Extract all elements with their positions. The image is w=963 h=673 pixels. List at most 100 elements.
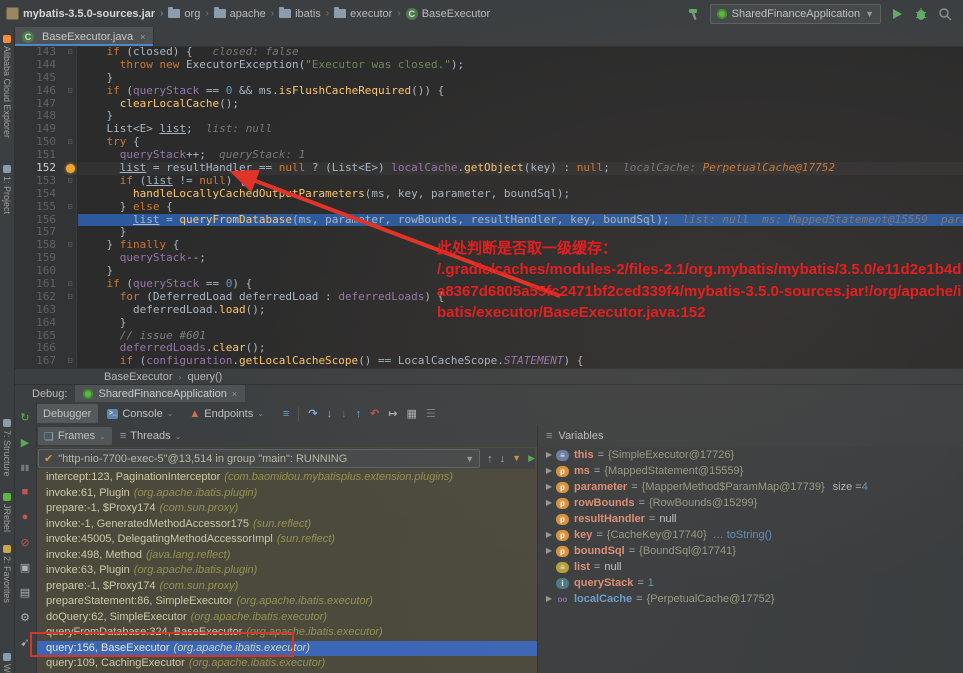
line-number[interactable]: 152 — [14, 162, 62, 175]
expand-arrow-icon[interactable]: ▶ — [542, 495, 556, 511]
fold-marker-icon[interactable]: ⊟ — [62, 278, 78, 291]
breadcrumb-method[interactable]: query() — [187, 371, 222, 383]
line-number[interactable]: 164 — [14, 317, 62, 330]
breadcrumb-item[interactable]: org› — [168, 8, 213, 20]
debug-session-tab[interactable]: SharedFinanceApplication × — [75, 385, 245, 403]
fold-marker-icon[interactable]: ⊟ — [62, 201, 78, 214]
breadcrumb-class[interactable]: BaseExecutor — [104, 371, 172, 383]
up-the-stack-icon[interactable]: ↑ — [487, 453, 493, 465]
expand-arrow-icon[interactable]: ▶ — [542, 591, 556, 607]
variable-row[interactable]: ▶pms={MappedStatement@15559} — [538, 463, 963, 479]
line-number[interactable]: 162 — [14, 291, 62, 304]
tab-console[interactable]: >_Console⌄ — [100, 404, 180, 423]
sidebar-stripe-web[interactable]: Web — [0, 653, 14, 673]
variable-row[interactable]: ▶oolocalCache={PerpetualCache@17752} — [538, 591, 963, 607]
expand-arrow-icon[interactable]: ▶ — [542, 463, 556, 479]
fold-marker-icon[interactable]: ⊟ — [62, 291, 78, 304]
stack-frame-row[interactable]: invoke:-1, GeneratedMethodAccessor175(su… — [36, 517, 537, 533]
fold-marker-icon[interactable]: ⊟ — [62, 175, 78, 188]
panel-expand-icon[interactable]: ▶ — [528, 453, 535, 465]
stack-frame-row[interactable]: doQuery:62, SimpleExecutor(org.apache.ib… — [36, 610, 537, 626]
run-to-cursor-icon[interactable]: ↦ — [388, 407, 397, 420]
down-the-stack-icon[interactable]: ↓ — [500, 453, 506, 465]
fold-marker-icon[interactable]: ⊟ — [62, 239, 78, 252]
stack-frame-row[interactable]: invoke:61, Plugin(org.apache.ibatis.plug… — [36, 486, 537, 502]
breadcrumb-item[interactable]: mybatis-3.5.0-sources.jar› — [6, 7, 168, 20]
expand-arrow-icon[interactable]: ▶ — [542, 543, 556, 559]
step-over-icon[interactable]: ↷ — [308, 407, 317, 420]
code-line[interactable]: 156 list = queryFromDatabase(ms, paramet… — [14, 214, 963, 227]
view-breakpoints-icon[interactable]: ● — [16, 508, 34, 526]
variable-row[interactable]: ≡list=null — [538, 559, 963, 575]
line-number[interactable]: 167 — [14, 355, 62, 368]
sidebar-stripe-2-favorites[interactable]: 2: Favorites — [0, 545, 14, 603]
line-number[interactable]: 163 — [14, 304, 62, 317]
run-button[interactable] — [889, 6, 905, 22]
sidebar-stripe-1-project[interactable]: 1: Project — [0, 165, 14, 214]
search-icon[interactable] — [937, 6, 953, 22]
hammer-icon[interactable] — [686, 6, 702, 22]
fold-marker-icon[interactable]: ⊟ — [62, 136, 78, 149]
stack-frame-row[interactable]: query:156, BaseExecutor(org.apache.ibati… — [36, 641, 537, 657]
pause-icon[interactable]: ▮▮ — [16, 458, 34, 476]
stack-frame-row[interactable]: prepare:-1, $Proxy174(com.sun.proxy) — [36, 579, 537, 595]
stack-frame-row[interactable]: query:109, CachingExecutor(org.apache.ib… — [36, 656, 537, 672]
step-into-icon[interactable]: ↓ — [327, 408, 333, 420]
line-number[interactable]: 146 — [14, 85, 62, 98]
filter-funnel-icon[interactable]: ▼ — [512, 453, 521, 465]
close-icon[interactable]: × — [232, 389, 237, 399]
code-line[interactable]: 144 throw new ExecutorException("Executo… — [14, 59, 963, 72]
breadcrumb-item[interactable]: CBaseExecutor — [406, 8, 490, 20]
variable-row[interactable]: ▶pparameter={MapperMethod$ParamMap@17739… — [538, 479, 963, 495]
debug-button[interactable] — [913, 6, 929, 22]
stop-icon[interactable]: ■ — [16, 483, 34, 501]
force-step-into-icon[interactable]: ↓ — [341, 408, 347, 420]
code-editor[interactable]: 143⊟ if (closed) { closed: false144 thro… — [14, 46, 963, 368]
line-number[interactable]: 154 — [14, 188, 62, 201]
stack-frame-row[interactable]: invoke:63, Plugin(org.apache.ibatis.plug… — [36, 563, 537, 579]
breadcrumb-item[interactable]: apache› — [214, 8, 279, 20]
pin-icon[interactable]: ➹ — [16, 633, 34, 651]
show-execution-point-icon[interactable]: ≡ — [283, 408, 289, 420]
expand-arrow-icon[interactable]: ▶ — [542, 479, 556, 495]
editor-tab-baseexecutor[interactable]: C BaseExecutor.java × — [14, 27, 154, 46]
step-out-icon[interactable]: ↑ — [356, 408, 362, 420]
settings-gear-icon[interactable]: ⚙ — [16, 608, 34, 626]
stack-frame-row[interactable]: invoke:45005, DelegatingMethodAccessorIm… — [36, 532, 537, 548]
line-number[interactable]: 145 — [14, 72, 62, 85]
code-line[interactable]: 149 List<E> list; list: null — [14, 123, 963, 136]
stack-frame-row[interactable]: prepareStatement:86, SimpleExecutor(org.… — [36, 594, 537, 610]
tab-debugger[interactable]: Debugger — [36, 404, 98, 423]
run-configuration-select[interactable]: SharedFinanceApplication ▼ — [710, 4, 881, 24]
line-number[interactable]: 155 — [14, 201, 62, 214]
sidebar-stripe-alibaba-cloud-explorer[interactable]: Alibaba Cloud Explorer — [0, 35, 14, 138]
variable-row[interactable]: iqueryStack=1 — [538, 575, 963, 591]
stack-frame-row[interactable]: prepare:-1, $Proxy174(com.sun.proxy) — [36, 501, 537, 517]
restore-layout-icon[interactable]: ▤ — [16, 583, 34, 601]
variable-row[interactable]: presultHandler=null — [538, 511, 963, 527]
code-line[interactable]: 159 queryStack--; — [14, 252, 963, 265]
line-number[interactable]: 143 — [14, 46, 62, 59]
stack-frame-row[interactable]: intercept:123, PaginationInterceptor(com… — [36, 470, 537, 486]
sidebar-stripe-7-structure[interactable]: 7: Structure — [0, 419, 14, 477]
stack-frame-row[interactable]: invoke:498, Method(java.lang.reflect) — [36, 548, 537, 564]
fold-marker-icon[interactable]: ⊟ — [62, 355, 78, 368]
breadcrumb-item[interactable]: executor› — [334, 8, 406, 20]
code-line[interactable]: 147 clearLocalCache(); — [14, 98, 963, 111]
stack-frame-row[interactable]: queryFromDatabase:324, BaseExecutor(org.… — [36, 625, 537, 641]
thread-dump-icon[interactable]: ▣ — [16, 558, 34, 576]
evaluate-expression-icon[interactable]: ▦ — [407, 407, 417, 420]
variable-row[interactable]: ▶prowBounds={RowBounds@15299} — [538, 495, 963, 511]
tab-threads[interactable]: ≡ Threads ⌄ — [114, 427, 187, 445]
sidebar-stripe-jrebel[interactable]: JRebel — [0, 493, 14, 532]
tab-endpoints[interactable]: ▲Endpoints⌄ — [182, 404, 271, 423]
variable-row[interactable]: ▶pboundSql={BoundSql@17741} — [538, 543, 963, 559]
line-number[interactable]: 144 — [14, 59, 62, 72]
line-number[interactable]: 161 — [14, 278, 62, 291]
rerun-icon[interactable]: ↻ — [16, 408, 34, 426]
mute-breakpoints-icon[interactable]: ⊘ — [16, 533, 34, 551]
breadcrumb-item[interactable]: ibatis› — [279, 8, 334, 20]
code-line[interactable]: 167⊟ if (configuration.getLocalCacheScop… — [14, 355, 963, 368]
tab-frames[interactable]: ❏ Frames ⌄ — [38, 427, 112, 445]
code-line[interactable]: 163 deferredLoad.load(); — [14, 304, 963, 317]
